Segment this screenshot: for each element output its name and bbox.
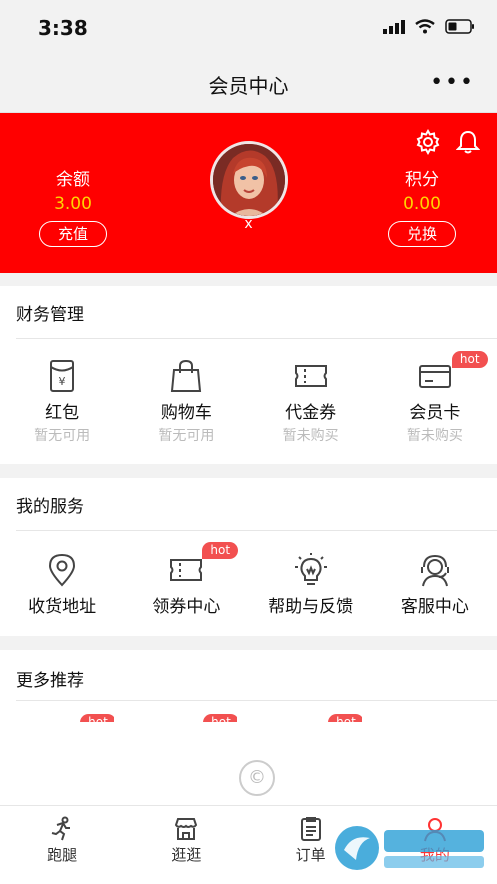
bell-icon[interactable] — [456, 129, 480, 155]
headset-agent-icon — [420, 554, 449, 587]
wifi-icon — [415, 19, 435, 34]
finance-item-shopping-cart[interactable]: 购物车 暂无可用 — [124, 358, 248, 445]
location-pin-icon — [49, 553, 76, 587]
page-title: 会员中心 — [208, 74, 289, 98]
finance-item-red-packet[interactable]: ¥ 红包 暂无可用 — [0, 358, 124, 445]
profile-header: 余额 3.00 充值 x 积分 0.00 兑换 — [0, 113, 497, 273]
coupon-ticket-icon — [170, 559, 203, 581]
services-section-title: 我的服务 — [16, 497, 84, 517]
service-item-address[interactable]: 收货地址 — [0, 552, 124, 617]
recommend-section-title: 更多推荐 — [16, 671, 84, 691]
finance-item-status: 暂无可用 — [158, 428, 215, 444]
hot-badge: hot — [202, 542, 239, 559]
voucher-icon — [294, 365, 327, 387]
shopping-bag-icon — [171, 359, 202, 392]
finance-section: 财务管理 ¥ 红包 暂无可用 购物车 暂无可用 代金券 暂未购买 hot 会员卡… — [0, 286, 497, 464]
lightbulb-icon — [294, 553, 327, 585]
runner-icon — [51, 816, 71, 841]
red-packet-icon: ¥ — [50, 360, 75, 392]
service-item-customer-service[interactable]: 客服中心 — [373, 552, 497, 617]
divider — [16, 530, 497, 531]
svg-text:¥: ¥ — [59, 375, 66, 388]
service-item-label: 领券中心 — [152, 597, 221, 617]
finance-item-label: 购物车 — [160, 403, 212, 423]
balance-stat: 余额 3.00 充值 — [3, 165, 143, 247]
points-stat: 积分 0.00 兑换 — [352, 165, 492, 247]
points-label: 积分 — [405, 170, 439, 190]
finance-item-member-card[interactable]: hot 会员卡 暂未购买 — [373, 351, 497, 445]
tab-errand[interactable]: 跑腿 — [0, 806, 124, 884]
tab-label: 跑腿 — [47, 846, 78, 864]
divider — [16, 338, 497, 339]
services-section: 我的服务 收货地址 hot 领券中心 帮助与反馈 客服中心 — [0, 478, 497, 636]
points-value: 0.00 — [403, 194, 441, 214]
service-item-label: 帮助与反馈 — [268, 597, 354, 617]
service-item-label: 收货地址 — [28, 597, 97, 617]
finance-item-label: 红包 — [45, 403, 80, 423]
status-icons — [383, 19, 475, 34]
service-item-help-feedback[interactable]: 帮助与反馈 — [249, 552, 373, 617]
recommend-hot-badge: hot — [203, 714, 237, 722]
navigation-bar: 会员中心 ••• — [0, 58, 497, 113]
service-item-coupon-center[interactable]: hot 领券中心 — [124, 542, 248, 617]
recommend-hot-badge: hot — [328, 714, 362, 722]
balance-value: 3.00 — [54, 194, 92, 214]
finance-item-status: 暂无可用 — [34, 428, 91, 444]
exchange-button[interactable]: 兑换 — [388, 221, 456, 247]
more-menu-button[interactable]: ••• — [430, 70, 475, 95]
recommend-hot-badge: hot — [80, 714, 114, 722]
status-time: 3:38 — [38, 16, 88, 40]
finance-item-status: 暂未购买 — [406, 428, 463, 444]
battery-icon — [445, 19, 474, 34]
site-watermark-logo — [335, 826, 484, 870]
tab-label: 逛逛 — [171, 846, 202, 864]
shop-icon — [175, 818, 198, 840]
copyright-icon: © — [239, 760, 275, 796]
status-bar: 3:38 — [0, 0, 497, 58]
hot-badge: hot — [451, 351, 488, 368]
finance-item-label: 会员卡 — [409, 403, 461, 423]
divider — [16, 700, 497, 701]
services-grid: 收货地址 hot 领券中心 帮助与反馈 客服中心 — [0, 542, 497, 617]
avatar[interactable] — [210, 141, 288, 219]
finance-item-voucher[interactable]: 代金券 暂未购买 — [249, 358, 373, 445]
balance-label: 余额 — [56, 170, 90, 190]
avatar-portrait — [213, 144, 285, 216]
member-card-icon — [418, 365, 451, 388]
signal-icon — [383, 19, 405, 34]
finance-grid: ¥ 红包 暂无可用 购物车 暂无可用 代金券 暂未购买 hot 会员卡 暂未购买 — [0, 351, 497, 445]
finance-item-label: 代金券 — [285, 403, 337, 423]
finance-section-title: 财务管理 — [16, 305, 84, 325]
finance-item-status: 暂未购买 — [282, 428, 339, 444]
order-list-icon — [300, 817, 321, 841]
service-item-label: 客服中心 — [400, 597, 469, 617]
settings-gear-icon[interactable] — [415, 129, 441, 155]
tab-browse[interactable]: 逛逛 — [124, 806, 248, 884]
